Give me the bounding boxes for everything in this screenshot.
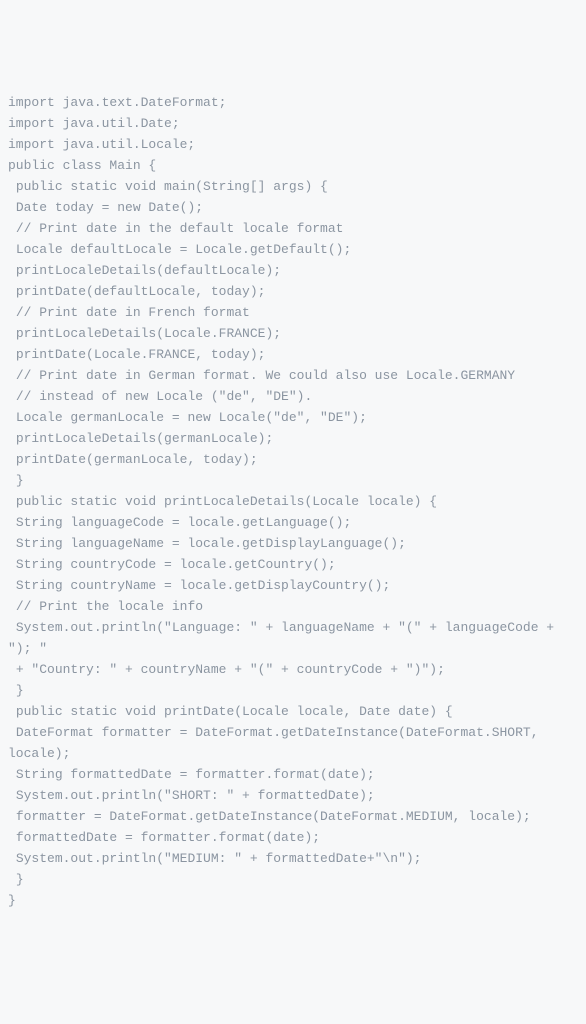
code-line: import java.util.Date; <box>8 113 578 134</box>
code-line: printDate(germanLocale, today); <box>8 449 578 470</box>
code-line: public static void printLocaleDetails(Lo… <box>8 491 578 512</box>
code-line: public class Main { <box>8 155 578 176</box>
code-line: public static void main(String[] args) { <box>8 176 578 197</box>
code-line: System.out.println("Language: " + langua… <box>8 617 578 659</box>
code-line: System.out.println("MEDIUM: " + formatte… <box>8 848 578 869</box>
code-line: System.out.println("SHORT: " + formatted… <box>8 785 578 806</box>
code-line: } <box>8 890 578 911</box>
code-line: String countryName = locale.getDisplayCo… <box>8 575 578 596</box>
code-line: // Print date in the default locale form… <box>8 218 578 239</box>
code-line: printLocaleDetails(Locale.FRANCE); <box>8 323 578 344</box>
code-line: String languageName = locale.getDisplayL… <box>8 533 578 554</box>
code-line: + "Country: " + countryName + "(" + coun… <box>8 659 578 680</box>
code-line: // Print date in German format. We could… <box>8 365 578 386</box>
code-line: formattedDate = formatter.format(date); <box>8 827 578 848</box>
code-line: Locale germanLocale = new Locale("de", "… <box>8 407 578 428</box>
code-line: // Print date in French format <box>8 302 578 323</box>
code-line: } <box>8 470 578 491</box>
code-line: public static void printDate(Locale loca… <box>8 701 578 722</box>
code-line: Locale defaultLocale = Locale.getDefault… <box>8 239 578 260</box>
code-line: printDate(Locale.FRANCE, today); <box>8 344 578 365</box>
code-line: String languageCode = locale.getLanguage… <box>8 512 578 533</box>
code-line: } <box>8 680 578 701</box>
code-line: // instead of new Locale ("de", "DE"). <box>8 386 578 407</box>
code-line: } <box>8 869 578 890</box>
code-line: formatter = DateFormat.getDateInstance(D… <box>8 806 578 827</box>
code-line: printDate(defaultLocale, today); <box>8 281 578 302</box>
code-line: import java.util.Locale; <box>8 134 578 155</box>
code-line: printLocaleDetails(germanLocale); <box>8 428 578 449</box>
code-line: import java.text.DateFormat; <box>8 92 578 113</box>
code-block: import java.text.DateFormat;import java.… <box>8 92 578 911</box>
code-line: Date today = new Date(); <box>8 197 578 218</box>
code-line: String countryCode = locale.getCountry()… <box>8 554 578 575</box>
code-line: DateFormat formatter = DateFormat.getDat… <box>8 722 578 764</box>
code-line: // Print the locale info <box>8 596 578 617</box>
code-line: printLocaleDetails(defaultLocale); <box>8 260 578 281</box>
code-line: String formattedDate = formatter.format(… <box>8 764 578 785</box>
